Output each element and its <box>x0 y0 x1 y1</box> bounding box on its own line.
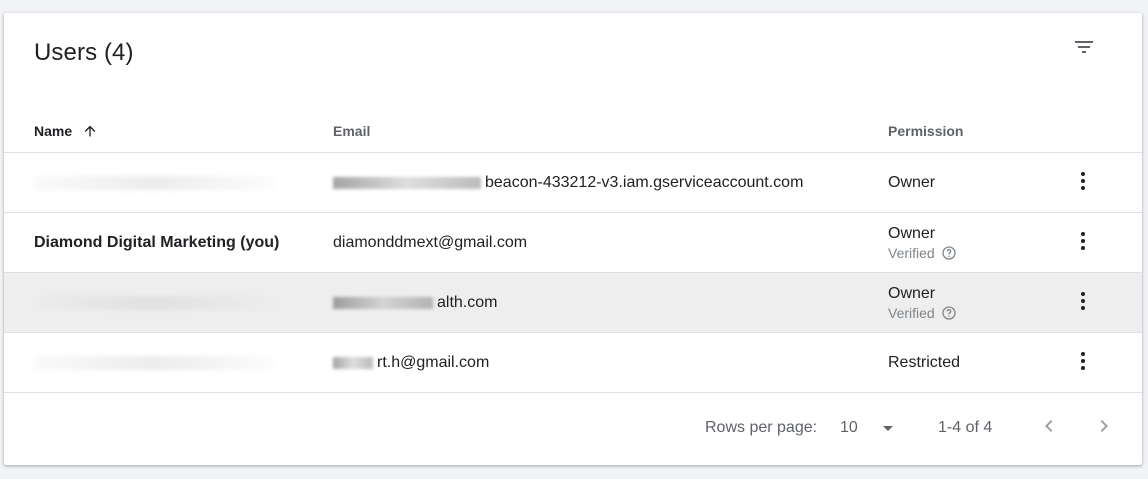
chevron-left-icon <box>1037 414 1061 443</box>
row-actions-button[interactable] <box>1068 223 1098 263</box>
redacted-email-prefix <box>333 296 433 309</box>
arrow-drop-down-icon <box>876 416 900 440</box>
column-header-email[interactable]: Email <box>333 109 370 153</box>
user-name: Diamond Digital Marketing (you) <box>34 233 280 251</box>
user-email-text: rt.h@gmail.com <box>377 353 490 371</box>
user-permission: Owner Verified <box>888 213 957 272</box>
user-name <box>34 333 324 392</box>
verified-label: Verified <box>888 304 935 321</box>
table-row[interactable]: Diamond Digital Marketing (you) diamondd… <box>4 213 1142 273</box>
rows-per-page-value: 10 <box>840 419 858 436</box>
permission-label: Restricted <box>888 353 961 371</box>
column-header-permission[interactable]: Permission <box>888 109 963 153</box>
help-outline-icon[interactable] <box>941 305 957 321</box>
permission-label: Owner <box>888 224 936 242</box>
arrow-upward-icon[interactable] <box>82 123 98 139</box>
filter-button[interactable] <box>1062 33 1106 65</box>
column-header-name[interactable]: Name <box>34 109 98 153</box>
user-name <box>34 273 324 332</box>
table-pagination: Rows per page: 10 1-4 of 4 <box>4 407 1142 465</box>
user-email-text: alth.com <box>437 293 498 311</box>
previous-page-button[interactable] <box>1033 412 1065 444</box>
users-table-body: beacon-433212-v3.iam.gserviceaccount.com… <box>4 153 1142 393</box>
row-actions-button[interactable] <box>1068 283 1098 323</box>
user-permission: Owner Verified <box>888 273 957 332</box>
redacted-name <box>34 295 274 310</box>
user-email: rt.h@gmail.com <box>333 333 873 392</box>
table-row[interactable]: alth.com Owner Verified <box>4 273 1142 333</box>
user-email: diamonddmext@gmail.com <box>333 213 873 272</box>
verified-status: Verified <box>888 304 957 322</box>
redacted-email-prefix <box>333 176 481 189</box>
card-title: Users (4) <box>34 39 134 66</box>
redacted-name <box>34 175 274 190</box>
users-card: Users (4) Name Email Permission beacon-4… <box>4 13 1142 465</box>
user-permission: Owner <box>888 153 935 212</box>
row-actions-button[interactable] <box>1068 343 1098 383</box>
user-permission: Restricted <box>888 333 960 392</box>
verified-status: Verified <box>888 244 957 262</box>
user-email-text: diamonddmext@gmail.com <box>333 233 528 251</box>
help-outline-icon[interactable] <box>941 245 957 261</box>
chevron-right-icon <box>1092 414 1116 443</box>
more-vert-icon <box>1071 349 1095 378</box>
redacted-name <box>34 355 274 370</box>
user-email: alth.com <box>333 273 873 332</box>
more-vert-icon <box>1071 169 1095 198</box>
table-row[interactable]: rt.h@gmail.com Restricted <box>4 333 1142 393</box>
user-email: beacon-433212-v3.iam.gserviceaccount.com <box>333 153 873 212</box>
filter-list-icon <box>1072 35 1096 64</box>
permission-label: Owner <box>888 284 936 302</box>
table-header: Name Email Permission <box>4 109 1142 153</box>
permission-label: Owner <box>888 173 936 191</box>
table-row[interactable]: beacon-433212-v3.iam.gserviceaccount.com… <box>4 153 1142 213</box>
row-actions-button[interactable] <box>1068 163 1098 203</box>
more-vert-icon <box>1071 229 1095 258</box>
column-header-name-label: Name <box>34 123 73 139</box>
rows-per-page-label: Rows per page: <box>705 419 818 436</box>
more-vert-icon <box>1071 289 1095 318</box>
user-name <box>34 153 324 212</box>
user-email-text: beacon-433212-v3.iam.gserviceaccount.com <box>485 173 804 191</box>
pagination-range: 1-4 of 4 <box>938 419 993 436</box>
next-page-button[interactable] <box>1088 412 1120 444</box>
redacted-email-prefix <box>333 356 373 369</box>
rows-per-page-select[interactable]: 10 <box>840 407 900 449</box>
verified-label: Verified <box>888 244 935 261</box>
